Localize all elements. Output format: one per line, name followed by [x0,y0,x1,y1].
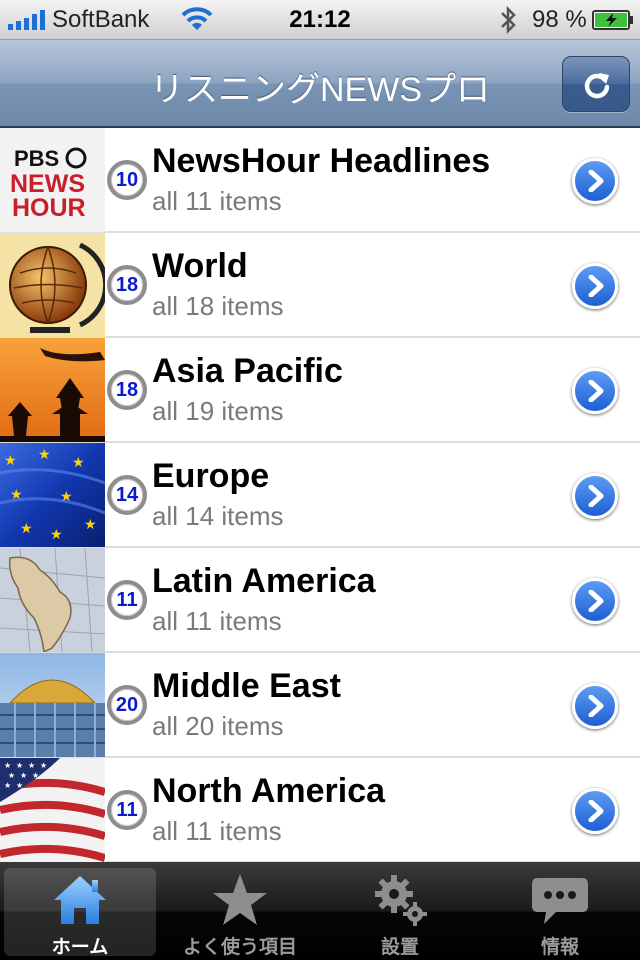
feed-title: Latin America [152,562,376,600]
thumbnail-eu-flag: ★ ★ ★ ★ ★ ★ ★ ★ [0,443,105,547]
chevron-right-icon [588,485,604,507]
tab-label: 情報 [540,937,579,958]
refresh-button[interactable] [562,56,630,112]
status-bar: SoftBank 21:12 98 % [0,0,640,40]
chevron-right-icon [588,275,604,297]
svg-text:★: ★ [28,761,35,770]
page-title: リスニングNEWSプロ [150,71,490,109]
tab-settings[interactable]: 設置 [324,868,476,958]
bluetooth-icon [501,5,516,35]
feed-item-count: all 20 items [152,711,284,741]
battery-charging-icon [592,10,633,30]
unread-count-badge: 10 [107,160,147,200]
feed-title: World [152,247,248,285]
star-icon [213,874,267,925]
svg-text:★: ★ [60,489,73,505]
feed-title: Asia Pacific [152,352,343,390]
svg-text:★: ★ [32,771,39,780]
unread-count-badge: 18 [107,265,147,305]
feed-title: Europe [152,457,270,495]
svg-text:★: ★ [38,447,51,463]
svg-text:★: ★ [10,487,23,503]
thumbnail-globe [0,233,105,337]
feed-title: North America [152,772,386,810]
list-item[interactable]: PBS NEWS HOUR 10 NewsHour Headlines all … [0,128,640,233]
navigation-bar: リスニングNEWSプロ [0,40,640,128]
chevron-right-icon [588,170,604,192]
svg-text:★: ★ [20,521,33,537]
feed-title: Middle East [152,667,341,705]
feed-item-count: all 11 items [152,186,282,216]
feed-item-count: all 18 items [152,291,284,321]
battery-percentage: 98 % [532,6,587,33]
detail-disclosure-button[interactable] [572,368,618,414]
speech-bubble-icon [532,878,588,924]
tab-label: 設置 [380,937,419,958]
feed-item-count: all 19 items [152,396,284,426]
svg-text:★: ★ [40,761,47,770]
detail-disclosure-button[interactable] [572,578,618,624]
chevron-right-icon [588,695,604,717]
tab-home[interactable]: ホーム [4,868,156,958]
thumb-text-pbs: PBS [14,146,59,171]
unread-count-badge: 20 [107,685,147,725]
list-item[interactable]: ★ ★ ★ ★ ★ ★ ★ ★ 14 Europe all 14 items [0,443,640,548]
list-item[interactable]: 18 World all 18 items [0,233,640,338]
home-icon [54,876,106,924]
detail-disclosure-button[interactable] [572,683,618,729]
gears-icon [375,875,427,926]
feed-list: PBS NEWS HOUR 10 NewsHour Headlines all … [0,128,640,863]
tab-info[interactable]: 情報 [484,868,636,958]
chevron-right-icon [588,590,604,612]
list-item[interactable]: 11 Latin America all 11 items [0,548,640,653]
thumbnail-us-flag: ★ ★ ★ ★ ★ ★ ★ ★ ★ [0,758,105,862]
thumbnail-map [0,548,105,652]
tab-favorites[interactable]: よく使う項目 [164,868,316,958]
chevron-right-icon [588,800,604,822]
detail-disclosure-button[interactable] [572,158,618,204]
detail-disclosure-button[interactable] [572,788,618,834]
detail-disclosure-button[interactable] [572,263,618,309]
svg-text:★: ★ [20,771,27,780]
feed-item-count: all 14 items [152,501,284,531]
unread-count-badge: 11 [107,580,147,620]
unread-count-badge: 11 [107,790,147,830]
list-item[interactable]: ★ ★ ★ ★ ★ ★ ★ ★ ★ 11 North America all 11 item… [0,758,640,863]
svg-text:★: ★ [16,761,23,770]
thumbnail-pbs-newshour: PBS NEWS HOUR [0,128,105,232]
unread-count-badge: 14 [107,475,147,515]
tab-bar: ホーム よく使う項目 設置 情報 [0,862,640,960]
tab-label: ホーム [51,937,109,958]
list-item[interactable]: 20 Middle East all 20 items [0,653,640,758]
thumbnail-dome [0,653,105,757]
tab-label: よく使う項目 [182,937,297,958]
feed-item-count: all 11 items [152,606,282,636]
feed-title: NewsHour Headlines [152,142,491,180]
svg-text:★: ★ [16,781,23,790]
svg-text:★: ★ [8,771,15,780]
thumb-text-hour: HOUR [12,194,86,222]
svg-text:★: ★ [4,761,11,770]
svg-text:★: ★ [4,781,11,790]
svg-text:★: ★ [50,527,63,543]
thumbnail-pagoda-sunset [0,338,105,442]
svg-text:★: ★ [4,453,17,469]
unread-count-badge: 18 [107,370,147,410]
chevron-right-icon [588,380,604,402]
svg-text:★: ★ [72,455,85,471]
detail-disclosure-button[interactable] [572,473,618,519]
refresh-icon [584,73,610,99]
list-item[interactable]: 18 Asia Pacific all 19 items [0,338,640,443]
feed-item-count: all 11 items [152,816,282,846]
svg-text:★: ★ [84,517,97,533]
